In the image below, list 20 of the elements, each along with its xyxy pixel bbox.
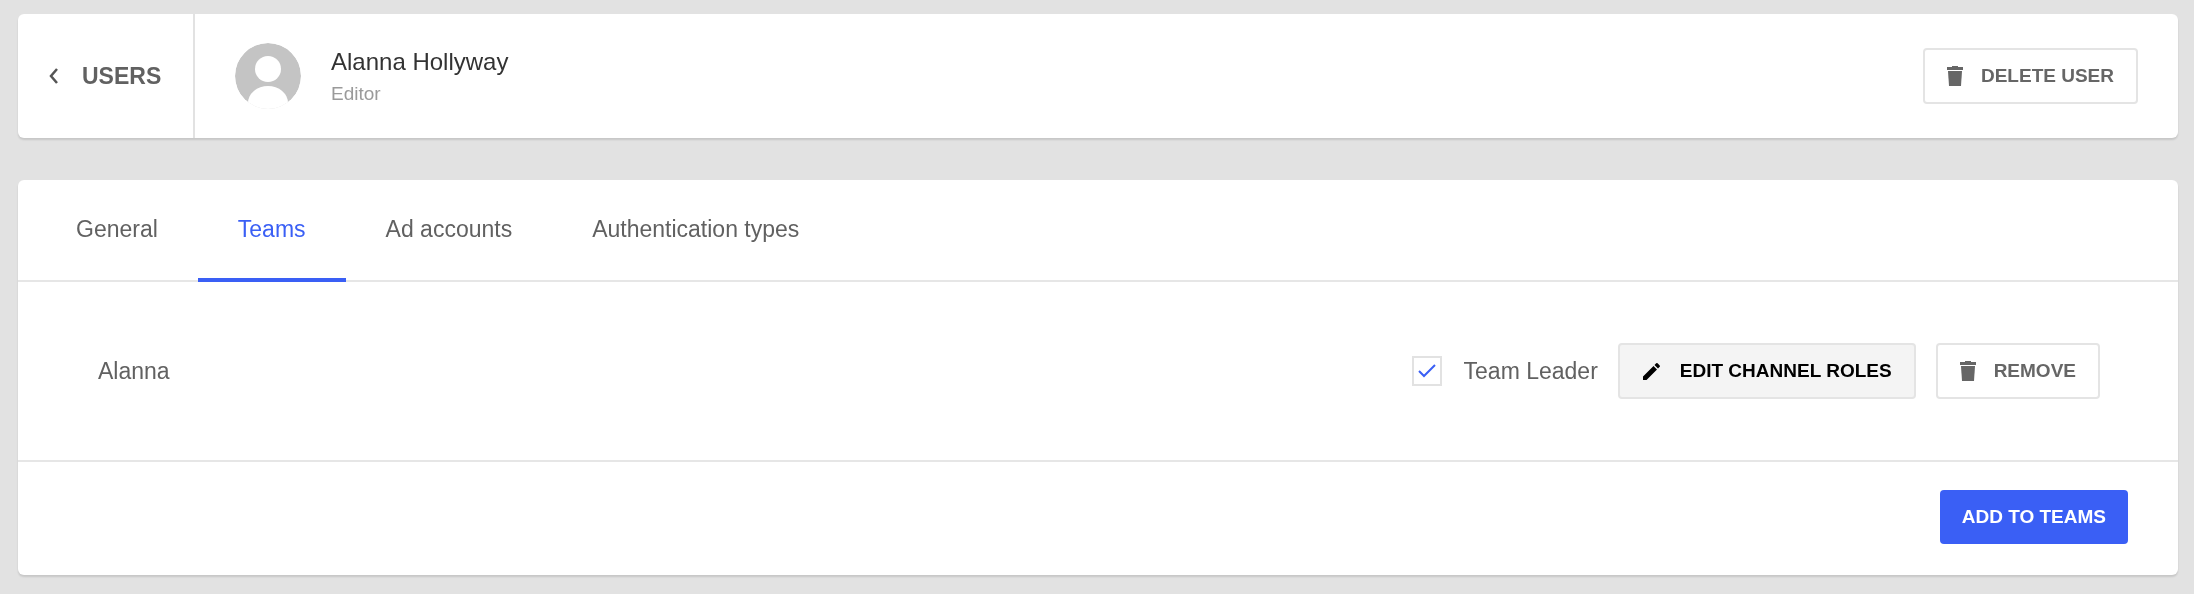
trash-icon	[1959, 361, 1976, 381]
team-leader-checkbox[interactable]	[1411, 356, 1442, 386]
user-name: Alanna Hollyway	[331, 46, 509, 77]
pencil-icon	[1641, 361, 1662, 381]
tab[interactable]: Ad accounts	[345, 180, 553, 282]
tab[interactable]: Authentication types	[552, 180, 840, 282]
delete-user-button[interactable]: DELETE USER	[1922, 48, 2138, 104]
tab[interactable]: General	[36, 180, 198, 282]
remove-button[interactable]: REMOVE	[1935, 343, 2100, 399]
check-icon	[1416, 363, 1437, 379]
back-button[interactable]: USERS	[18, 14, 195, 138]
avatar-icon	[235, 43, 301, 109]
team-name: Alanna	[98, 356, 171, 386]
user-role: Editor	[331, 81, 382, 106]
tab[interactable]: Teams	[197, 180, 346, 282]
chevron-left-icon	[48, 67, 60, 85]
edit-channel-roles-button[interactable]: EDIT CHANNEL ROLES	[1617, 343, 1916, 399]
team-leader-label: Team Leader	[1463, 356, 1598, 386]
add-to-teams-button[interactable]: ADD TO TEAMS	[1939, 490, 2128, 544]
trash-icon	[1946, 66, 1963, 86]
